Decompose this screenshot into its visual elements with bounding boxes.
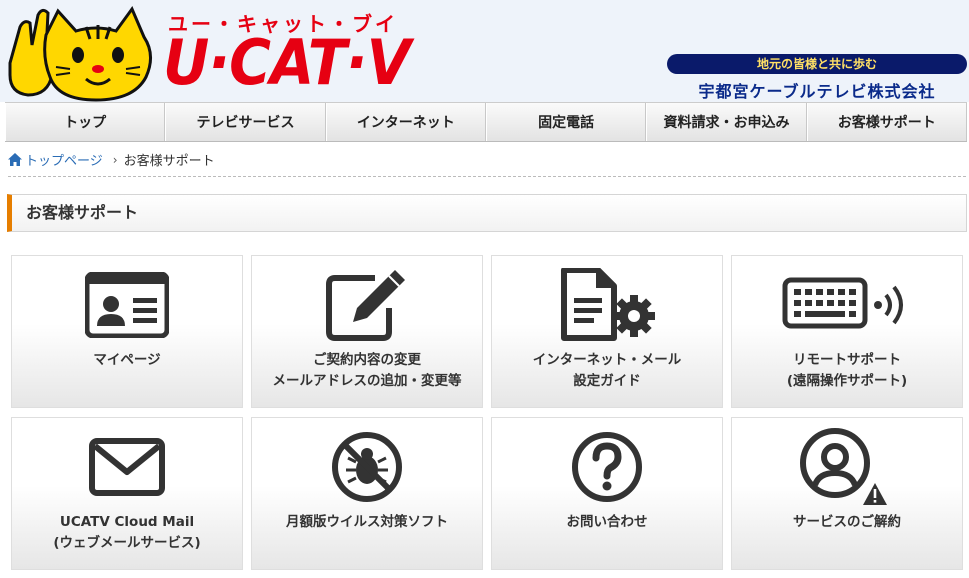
global-nav: トップ テレビサービス インターネット 固定電話 資料請求・お申込み お客様サポ…	[5, 102, 967, 142]
nav-item-top[interactable]: トップ	[5, 103, 166, 141]
card-label: 月額版ウイルス対策ソフト	[286, 514, 448, 530]
breadcrumb-separator: ›	[112, 152, 118, 167]
card-contract-change[interactable]: ご契約内容の変更 メールアドレスの追加・変更等	[251, 255, 483, 408]
card-mypage[interactable]: マイページ	[11, 255, 243, 408]
company-name: 宇都宮ケーブルテレビ株式会社	[698, 82, 936, 101]
home-icon	[8, 153, 22, 166]
question-circle-icon	[572, 432, 642, 502]
breadcrumb-home-link[interactable]: トップページ	[8, 150, 103, 169]
card-label: サービスのご解約	[793, 514, 901, 530]
card-antivirus[interactable]: 月額版ウイルス対策ソフト	[251, 417, 483, 570]
card-setup-guide[interactable]: インターネット・メール 設定ガイド	[491, 255, 723, 408]
edit-pencil-icon	[326, 270, 405, 341]
cat-mascot-logo[interactable]	[6, 5, 158, 102]
no-bug-icon	[332, 432, 402, 502]
card-cloud-mail[interactable]: UCATV Cloud Mail (ウェブメールサービス)	[11, 417, 243, 570]
card-label: マイページ	[93, 352, 161, 368]
ucatv-logo-text[interactable]: U·CAT·V	[163, 30, 411, 96]
card-label: お問い合わせ	[566, 514, 648, 530]
tagline-badge: 地元の皆様と共に歩む	[667, 54, 967, 74]
envelope-icon	[89, 438, 165, 496]
card-cancellation[interactable]: サービスのご解約	[731, 417, 963, 570]
card-label: インターネット・メール 設定ガイド	[532, 352, 682, 389]
id-card-icon	[85, 272, 169, 338]
card-label: UCATV Cloud Mail (ウェブメールサービス)	[53, 514, 201, 551]
card-label: ご契約内容の変更 メールアドレスの追加・変更等	[272, 352, 462, 389]
card-remote-support[interactable]: リモートサポート (遠隔操作サポート)	[731, 255, 963, 408]
page-title: お客様サポート	[7, 194, 967, 232]
keyboard-signal-icon	[782, 277, 903, 329]
breadcrumb-home-label: トップページ	[25, 154, 103, 169]
nav-item-tv-service[interactable]: テレビサービス	[165, 103, 326, 141]
card-contact[interactable]: お問い合わせ	[491, 417, 723, 570]
user-warning-icon	[800, 428, 887, 505]
document-gear-icon	[561, 268, 655, 341]
nav-item-support[interactable]: お客様サポート	[806, 103, 967, 141]
breadcrumb-current: お客様サポート	[123, 154, 215, 169]
card-label: リモートサポート (遠隔操作サポート)	[786, 352, 908, 389]
site-header: ユー・キャット・ブイ U·CAT·V 地元の皆様と共に歩む 宇都宮ケーブルテレビ…	[0, 0, 969, 102]
breadcrumb: トップページ › お客様サポート	[8, 150, 215, 169]
nav-item-apply[interactable]: 資料請求・お申込み	[646, 103, 807, 141]
divider	[8, 176, 966, 177]
nav-item-phone[interactable]: 固定電話	[485, 103, 647, 141]
nav-item-internet[interactable]: インターネット	[325, 103, 486, 141]
